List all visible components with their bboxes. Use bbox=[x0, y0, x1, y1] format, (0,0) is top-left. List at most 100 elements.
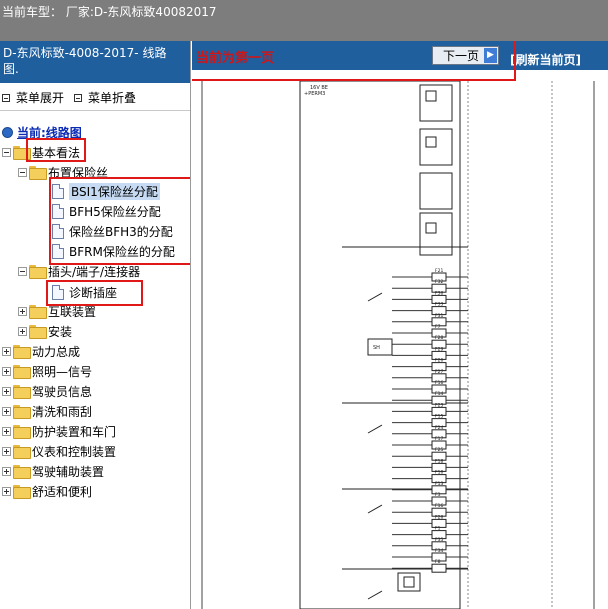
tree-group-label[interactable]: 动力总成 bbox=[32, 343, 80, 360]
tree-node-install[interactable]: 安装 bbox=[18, 321, 72, 341]
menu-collapse-label: 菜单折叠 bbox=[88, 91, 137, 105]
tree-current[interactable]: 当前:线路图 bbox=[2, 122, 82, 142]
expand-toggle-icon[interactable] bbox=[2, 466, 11, 476]
document-icon bbox=[52, 203, 64, 219]
tree-item-label[interactable]: BSI1保险丝分配 bbox=[69, 182, 160, 200]
folder-icon bbox=[13, 485, 31, 499]
page-indicator: 当前为第一页 bbox=[196, 51, 275, 66]
folder-icon bbox=[13, 405, 31, 419]
tree-item-label[interactable]: 保险丝BFH3的分配 bbox=[69, 223, 173, 240]
tree-node-basic[interactable]: 基本看法 bbox=[2, 142, 80, 162]
folder-icon bbox=[29, 166, 47, 180]
tree-item-bfrm[interactable]: BFRM保险丝的分配 bbox=[52, 241, 175, 261]
tree-group-comfort[interactable]: 舒适和便利 bbox=[2, 481, 92, 501]
fuse-label: F25 bbox=[435, 447, 443, 453]
tree-group-label[interactable]: 防护装置和车门 bbox=[32, 423, 116, 440]
fuse-label: F18 bbox=[435, 458, 443, 464]
expand-toggle-icon[interactable] bbox=[2, 406, 11, 416]
fuse-label: F1 bbox=[435, 526, 441, 532]
tree-group-driving-aids[interactable]: 驾驶辅助装置 bbox=[2, 461, 104, 481]
collapse-toggle-icon[interactable] bbox=[2, 147, 11, 157]
diagram-header: 当前为第一页 下一页 ▶ [刷新当前页] bbox=[192, 41, 608, 70]
tree-item-label[interactable]: BFRM保险丝的分配 bbox=[69, 243, 175, 260]
fuse-label: F26 bbox=[435, 358, 443, 364]
fuse-label: F14 bbox=[435, 391, 443, 397]
tree-node-basic-label[interactable]: 基本看法 bbox=[32, 144, 80, 161]
tree-group-label[interactable]: 仪表和控制装置 bbox=[32, 443, 116, 460]
tree-group-label[interactable]: 驾驶员信息 bbox=[32, 383, 92, 400]
folder-icon bbox=[29, 325, 47, 339]
fuse-label: F23 bbox=[435, 402, 443, 408]
tree-group-lighting[interactable]: 照明—信号 bbox=[2, 361, 92, 381]
tree-node-interconnect-label[interactable]: 互联装置 bbox=[48, 303, 96, 320]
fuse-label: F16 bbox=[435, 503, 443, 509]
sh-label: SH bbox=[373, 345, 380, 351]
tree-group-driver-info[interactable]: 驾驶员信息 bbox=[2, 381, 92, 401]
collapse-icon bbox=[74, 93, 82, 102]
tree-group-instruments[interactable]: 仪表和控制装置 bbox=[2, 441, 116, 461]
tree-group-label[interactable]: 照明—信号 bbox=[32, 363, 92, 380]
tree-group-powertrain[interactable]: 动力总成 bbox=[2, 341, 80, 361]
fuse-symbol bbox=[431, 563, 447, 573]
collapse-toggle-icon[interactable] bbox=[18, 167, 27, 177]
expand-toggle-icon[interactable] bbox=[2, 346, 11, 356]
top-info-bar: 当前车型： 厂家:D-东风标致40082017 bbox=[0, 0, 608, 41]
fuse-label: F31 bbox=[435, 313, 443, 319]
expand-toggle-icon[interactable] bbox=[2, 386, 11, 396]
fuse-label: F32 bbox=[435, 279, 443, 285]
fuse-label: F36 bbox=[435, 290, 443, 296]
expand-toggle-icon[interactable] bbox=[18, 306, 27, 316]
tree-group-protection-doors[interactable]: 防护装置和车门 bbox=[2, 421, 116, 441]
document-icon bbox=[52, 284, 64, 300]
tree-current-label[interactable]: 当前:线路图 bbox=[17, 124, 82, 141]
menu-expand-label: 菜单展开 bbox=[16, 91, 65, 105]
next-page-label: 下一页 bbox=[443, 49, 480, 63]
expand-toggle-icon[interactable] bbox=[2, 426, 11, 436]
fuse-label: F16 bbox=[435, 380, 443, 386]
tree-item-bfh5[interactable]: BFH5保险丝分配 bbox=[52, 201, 161, 221]
left-tree-panel[interactable]: D-东风标致-4008-2017- 线路 图. 菜单展开 菜单折叠 当前:线路图… bbox=[0, 41, 191, 609]
tree-group-label[interactable]: 驾驶辅助装置 bbox=[32, 463, 104, 480]
collapse-toggle-icon[interactable] bbox=[18, 266, 27, 276]
menu-collapse-button[interactable]: 菜单折叠 bbox=[74, 89, 136, 106]
tree-node-connectors-label[interactable]: 插头/端子/连接器 bbox=[48, 263, 140, 280]
fuse-label: F33 bbox=[435, 302, 443, 308]
tree-item-diag-socket[interactable]: 诊断插座 bbox=[52, 282, 117, 302]
menu-expand-button[interactable]: 菜单展开 bbox=[2, 89, 64, 106]
folder-icon bbox=[29, 305, 47, 319]
menu-divider bbox=[0, 110, 190, 111]
tree-group-wash-wipe[interactable]: 清洗和雨刮 bbox=[2, 401, 92, 421]
expand-toggle-icon[interactable] bbox=[2, 446, 11, 456]
fuse-label: F7 bbox=[435, 324, 441, 330]
tree-item-bsi1[interactable]: BSI1保险丝分配 bbox=[52, 181, 160, 201]
refresh-page-link[interactable]: [刷新当前页] bbox=[510, 51, 581, 68]
folder-icon bbox=[13, 425, 31, 439]
left-header-line2: 图. bbox=[3, 62, 19, 76]
fuse-label: F27 bbox=[435, 369, 443, 375]
tree-item-bfh3[interactable]: 保险丝BFH3的分配 bbox=[52, 221, 173, 241]
fuse-label: F8 bbox=[435, 559, 441, 565]
tree-node-fuse-layout-label[interactable]: 布置保险丝 bbox=[48, 164, 108, 181]
tree-group-label[interactable]: 舒适和便利 bbox=[32, 483, 92, 500]
expand-toggle-icon[interactable] bbox=[2, 366, 11, 376]
tree-item-label[interactable]: 诊断插座 bbox=[69, 284, 117, 301]
tree-node-fuse-layout[interactable]: 布置保险丝 bbox=[18, 162, 108, 182]
folder-icon bbox=[13, 445, 31, 459]
next-page-button[interactable]: 下一页 ▶ bbox=[432, 46, 499, 65]
fuse-label: F17 bbox=[435, 436, 443, 442]
tree-item-label[interactable]: BFH5保险丝分配 bbox=[69, 203, 161, 220]
tree-node-connectors[interactable]: 插头/端子/连接器 bbox=[18, 261, 140, 281]
fuse-label: F26 bbox=[435, 514, 443, 520]
tree-node-install-label[interactable]: 安装 bbox=[48, 323, 72, 340]
tree-node-interconnect[interactable]: 互联装置 bbox=[18, 301, 96, 321]
arrow-right-icon: ▶ bbox=[484, 48, 497, 63]
expand-toggle-icon[interactable] bbox=[18, 326, 27, 336]
expand-toggle-icon[interactable] bbox=[2, 486, 11, 496]
tree-group-label[interactable]: 清洗和雨刮 bbox=[32, 403, 92, 420]
fuse-label: F29 bbox=[435, 346, 443, 352]
menu-row: 菜单展开 菜单折叠 bbox=[0, 85, 190, 107]
folder-icon bbox=[13, 385, 31, 399]
document-icon bbox=[52, 223, 64, 239]
fuse-label: F15 bbox=[435, 414, 443, 420]
folder-icon bbox=[29, 265, 47, 279]
